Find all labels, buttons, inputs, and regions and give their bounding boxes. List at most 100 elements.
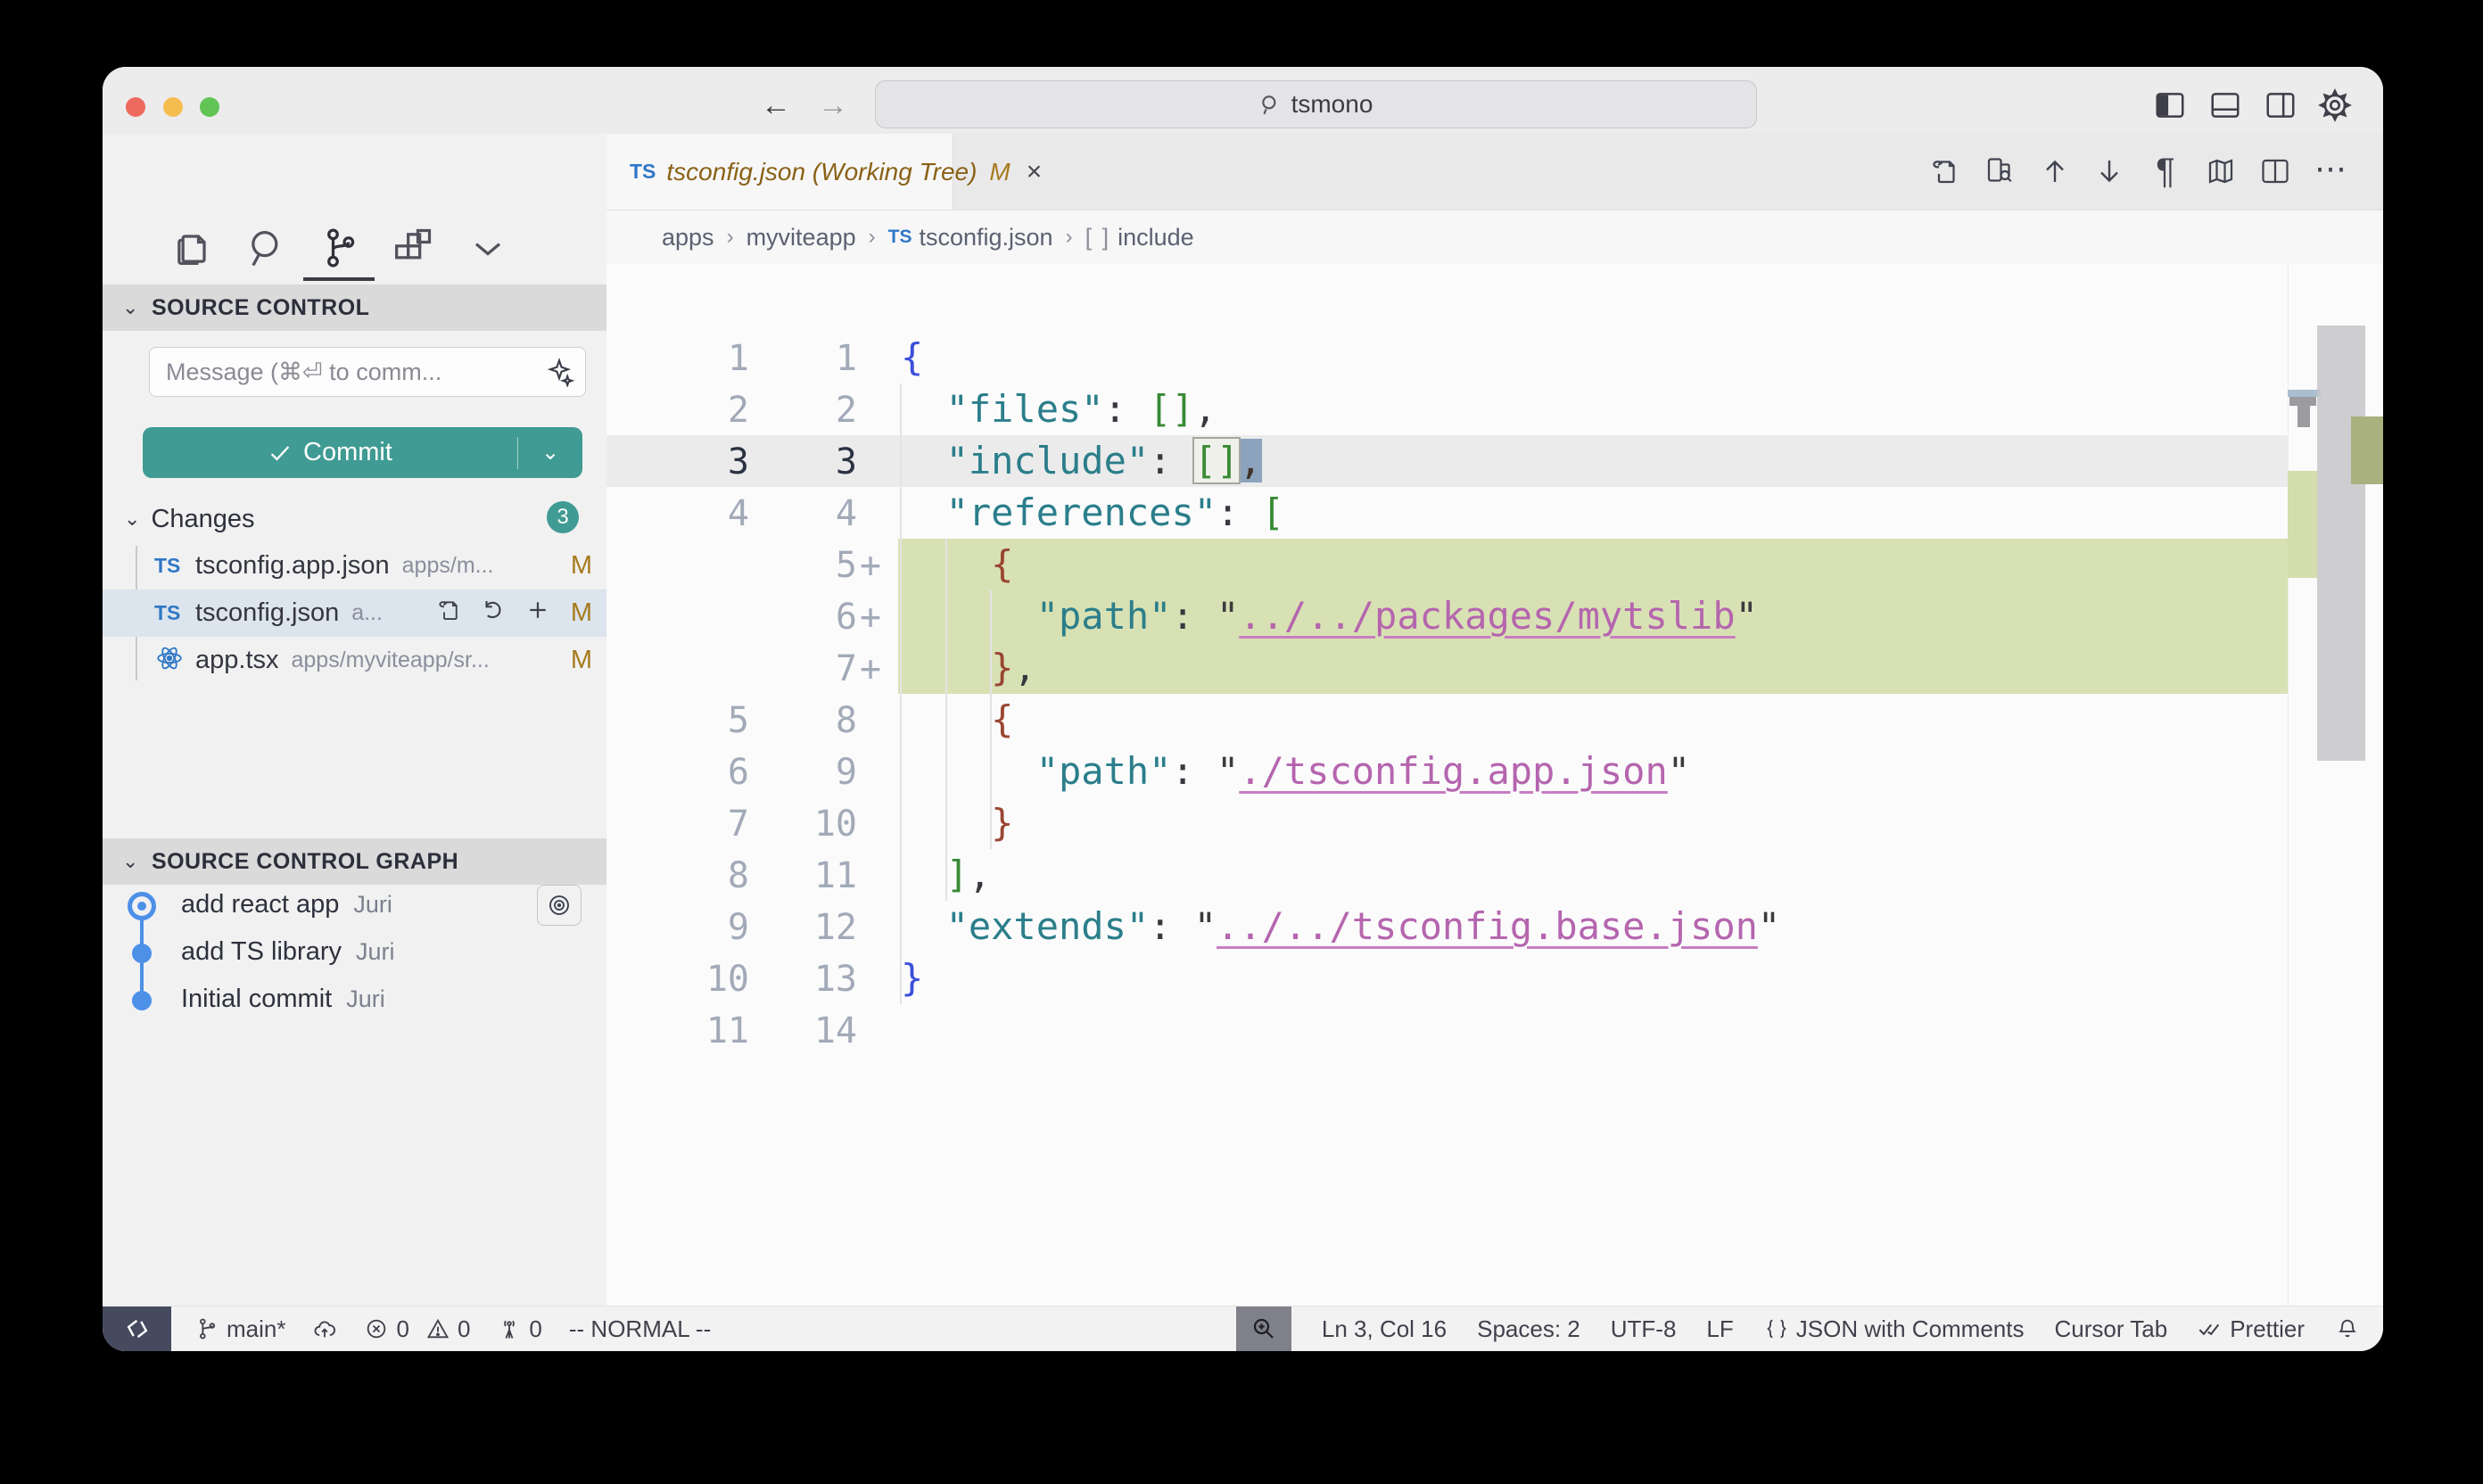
status-item[interactable] bbox=[2335, 1316, 2360, 1341]
minimap-cursor-marker bbox=[2288, 390, 2321, 397]
next-change-icon[interactable] bbox=[2093, 155, 2125, 187]
code-line[interactable]: 33 "include": [], bbox=[606, 435, 2288, 487]
breadcrumb[interactable]: apps›myviteapp›TStsconfig.json›[ ]includ… bbox=[606, 210, 2383, 264]
zoom-window-button[interactable] bbox=[200, 97, 219, 117]
breadcrumb-item[interactable]: apps bbox=[662, 224, 714, 251]
commit-button-main[interactable]: Commit bbox=[143, 438, 517, 467]
scrollbar-thumb[interactable] bbox=[2317, 326, 2365, 761]
go-to-file-icon[interactable] bbox=[435, 597, 462, 631]
breadcrumb-item[interactable]: myviteapp bbox=[747, 224, 856, 251]
ts-file-icon: TS bbox=[630, 160, 656, 184]
minimap-added-marker bbox=[2288, 471, 2317, 578]
commit-row[interactable]: Initial commitJuri bbox=[103, 976, 606, 1023]
status-item[interactable]: 00 bbox=[364, 1315, 470, 1343]
code-line[interactable]: 11{ bbox=[606, 332, 2288, 383]
discard-icon[interactable] bbox=[480, 597, 507, 631]
previous-change-icon[interactable] bbox=[2039, 155, 2071, 187]
status-item[interactable]: -- NORMAL -- bbox=[569, 1315, 711, 1343]
status-item[interactable]: Prettier bbox=[2198, 1315, 2305, 1343]
extensions-icon[interactable] bbox=[389, 225, 435, 271]
commit-row[interactable]: add react appJuri bbox=[103, 881, 606, 928]
code-line[interactable]: 811 ], bbox=[606, 849, 2288, 901]
close-window-button[interactable] bbox=[126, 97, 145, 117]
close-icon[interactable]: × bbox=[1027, 157, 1043, 187]
search-icon[interactable] bbox=[243, 225, 290, 271]
status-item[interactable]: Spaces: 2 bbox=[1477, 1315, 1580, 1343]
status-item[interactable]: main* bbox=[194, 1315, 285, 1343]
changed-file-row[interactable]: TStsconfig.jsona...M bbox=[103, 589, 606, 637]
minimap-icon[interactable] bbox=[2205, 155, 2237, 187]
code-token: , bbox=[1194, 387, 1217, 431]
code-line[interactable]: 6+ "path": "../../packages/mytslib" bbox=[606, 590, 2288, 642]
old-line-number: 3 bbox=[606, 436, 749, 488]
code-token: , bbox=[1013, 646, 1035, 689]
commit-row[interactable]: add TS libraryJuri bbox=[103, 928, 606, 976]
source-control-graph-header[interactable]: ⌄ SOURCE CONTROL GRAPH bbox=[103, 838, 606, 885]
goto-current-commit-button[interactable] bbox=[537, 885, 582, 926]
toggle-panel-icon[interactable] bbox=[2208, 88, 2242, 122]
search-icon bbox=[1259, 93, 1283, 116]
code-line[interactable]: 912 "extends": "../../tsconfig.base.json… bbox=[606, 901, 2288, 952]
split-editor-icon[interactable] bbox=[2259, 155, 2291, 187]
changed-file-row[interactable]: TStsconfig.app.jsonapps/m...M bbox=[103, 542, 606, 589]
code-text: "include": [], bbox=[901, 439, 1262, 482]
settings-gear-icon[interactable] bbox=[2318, 88, 2352, 122]
toggle-primary-sidebar-icon[interactable] bbox=[2153, 88, 2187, 122]
status-item[interactable]: LF bbox=[1706, 1315, 1733, 1343]
sparkle-icon[interactable] bbox=[544, 357, 574, 387]
commit-message-input[interactable]: Message (⌘⏎ to comm... bbox=[149, 347, 586, 397]
whitespace-icon[interactable]: ¶ bbox=[2149, 155, 2182, 187]
tab-bar: TS tsconfig.json (Working Tree) M × ¶ bbox=[606, 134, 2383, 210]
code-line[interactable]: 58 { bbox=[606, 694, 2288, 746]
commit-dropdown-button[interactable]: ⌄ bbox=[518, 440, 582, 466]
status-item[interactable]: 0 bbox=[497, 1315, 541, 1343]
code-token: "files" bbox=[946, 387, 1104, 431]
chevron-down-icon: ⌄ bbox=[122, 850, 139, 873]
source-control-icon[interactable] bbox=[316, 225, 362, 271]
new-line-number: 11 bbox=[749, 850, 857, 902]
code-text: } bbox=[901, 801, 1013, 845]
zoom-indicator[interactable] bbox=[1236, 1307, 1291, 1351]
commit-button[interactable]: Commit ⌄ bbox=[143, 427, 582, 478]
back-button[interactable]: ← bbox=[761, 90, 791, 120]
remote-indicator[interactable] bbox=[103, 1307, 171, 1351]
command-center[interactable]: tsmono bbox=[875, 80, 1757, 128]
status-item[interactable]: JSON with Comments bbox=[1764, 1315, 2025, 1343]
commit-graph-list: add react appJuriadd TS libraryJuriIniti… bbox=[103, 881, 606, 1023]
code-token: " bbox=[1194, 904, 1217, 948]
status-item[interactable]: UTF-8 bbox=[1611, 1315, 1677, 1343]
sidebar: ⌄ SOURCE CONTROL Message (⌘⏎ to comm... … bbox=[103, 134, 607, 1307]
changes-header[interactable]: ⌄ Changes bbox=[103, 499, 606, 540]
status-item[interactable] bbox=[312, 1316, 337, 1341]
code-line[interactable]: 1013} bbox=[606, 952, 2288, 1004]
code-line[interactable]: 22 "files": [], bbox=[606, 383, 2288, 435]
code-line[interactable]: 710 } bbox=[606, 797, 2288, 849]
status-item[interactable]: Ln 3, Col 16 bbox=[1322, 1315, 1447, 1343]
status-item[interactable]: Cursor Tab bbox=[2055, 1315, 2168, 1343]
inline-view-icon[interactable] bbox=[1984, 155, 2016, 187]
forward-button[interactable]: → bbox=[818, 90, 848, 120]
chevron-down-icon[interactable] bbox=[465, 225, 511, 271]
source-control-section-header[interactable]: ⌄ SOURCE CONTROL bbox=[103, 284, 606, 331]
code-line[interactable]: 69 "path": "./tsconfig.app.json" bbox=[606, 746, 2288, 797]
more-actions-icon[interactable]: ⋯ bbox=[2314, 155, 2347, 187]
code-line[interactable]: 7+ }, bbox=[606, 642, 2288, 694]
code-line[interactable]: 5+ { bbox=[606, 539, 2288, 590]
code-rows[interactable]: 11{22 "files": [],33 "include": [],44 "r… bbox=[606, 332, 2288, 1056]
code-line[interactable]: 1114 bbox=[606, 1004, 2288, 1056]
code-line[interactable]: 44 "references": [ bbox=[606, 487, 2288, 539]
open-file-icon[interactable] bbox=[1928, 155, 1960, 187]
toggle-secondary-sidebar-icon[interactable] bbox=[2264, 88, 2297, 122]
command-center-text: tsmono bbox=[1291, 90, 1373, 119]
breadcrumb-item[interactable]: tsconfig.json bbox=[919, 224, 1052, 251]
changed-file-row[interactable]: app.tsxapps/myviteapp/sr...M bbox=[103, 637, 606, 684]
file-path: apps/m... bbox=[402, 553, 564, 579]
explorer-icon[interactable] bbox=[169, 225, 216, 271]
tab-tsconfig-working-tree[interactable]: TS tsconfig.json (Working Tree) M × bbox=[606, 134, 953, 210]
modified-badge: M bbox=[564, 598, 599, 628]
minimize-window-button[interactable] bbox=[163, 97, 183, 117]
stage-icon[interactable] bbox=[524, 597, 551, 631]
code-token bbox=[901, 594, 1036, 638]
breadcrumb-item[interactable]: include bbox=[1118, 224, 1194, 251]
code-token: "include" bbox=[946, 439, 1150, 482]
